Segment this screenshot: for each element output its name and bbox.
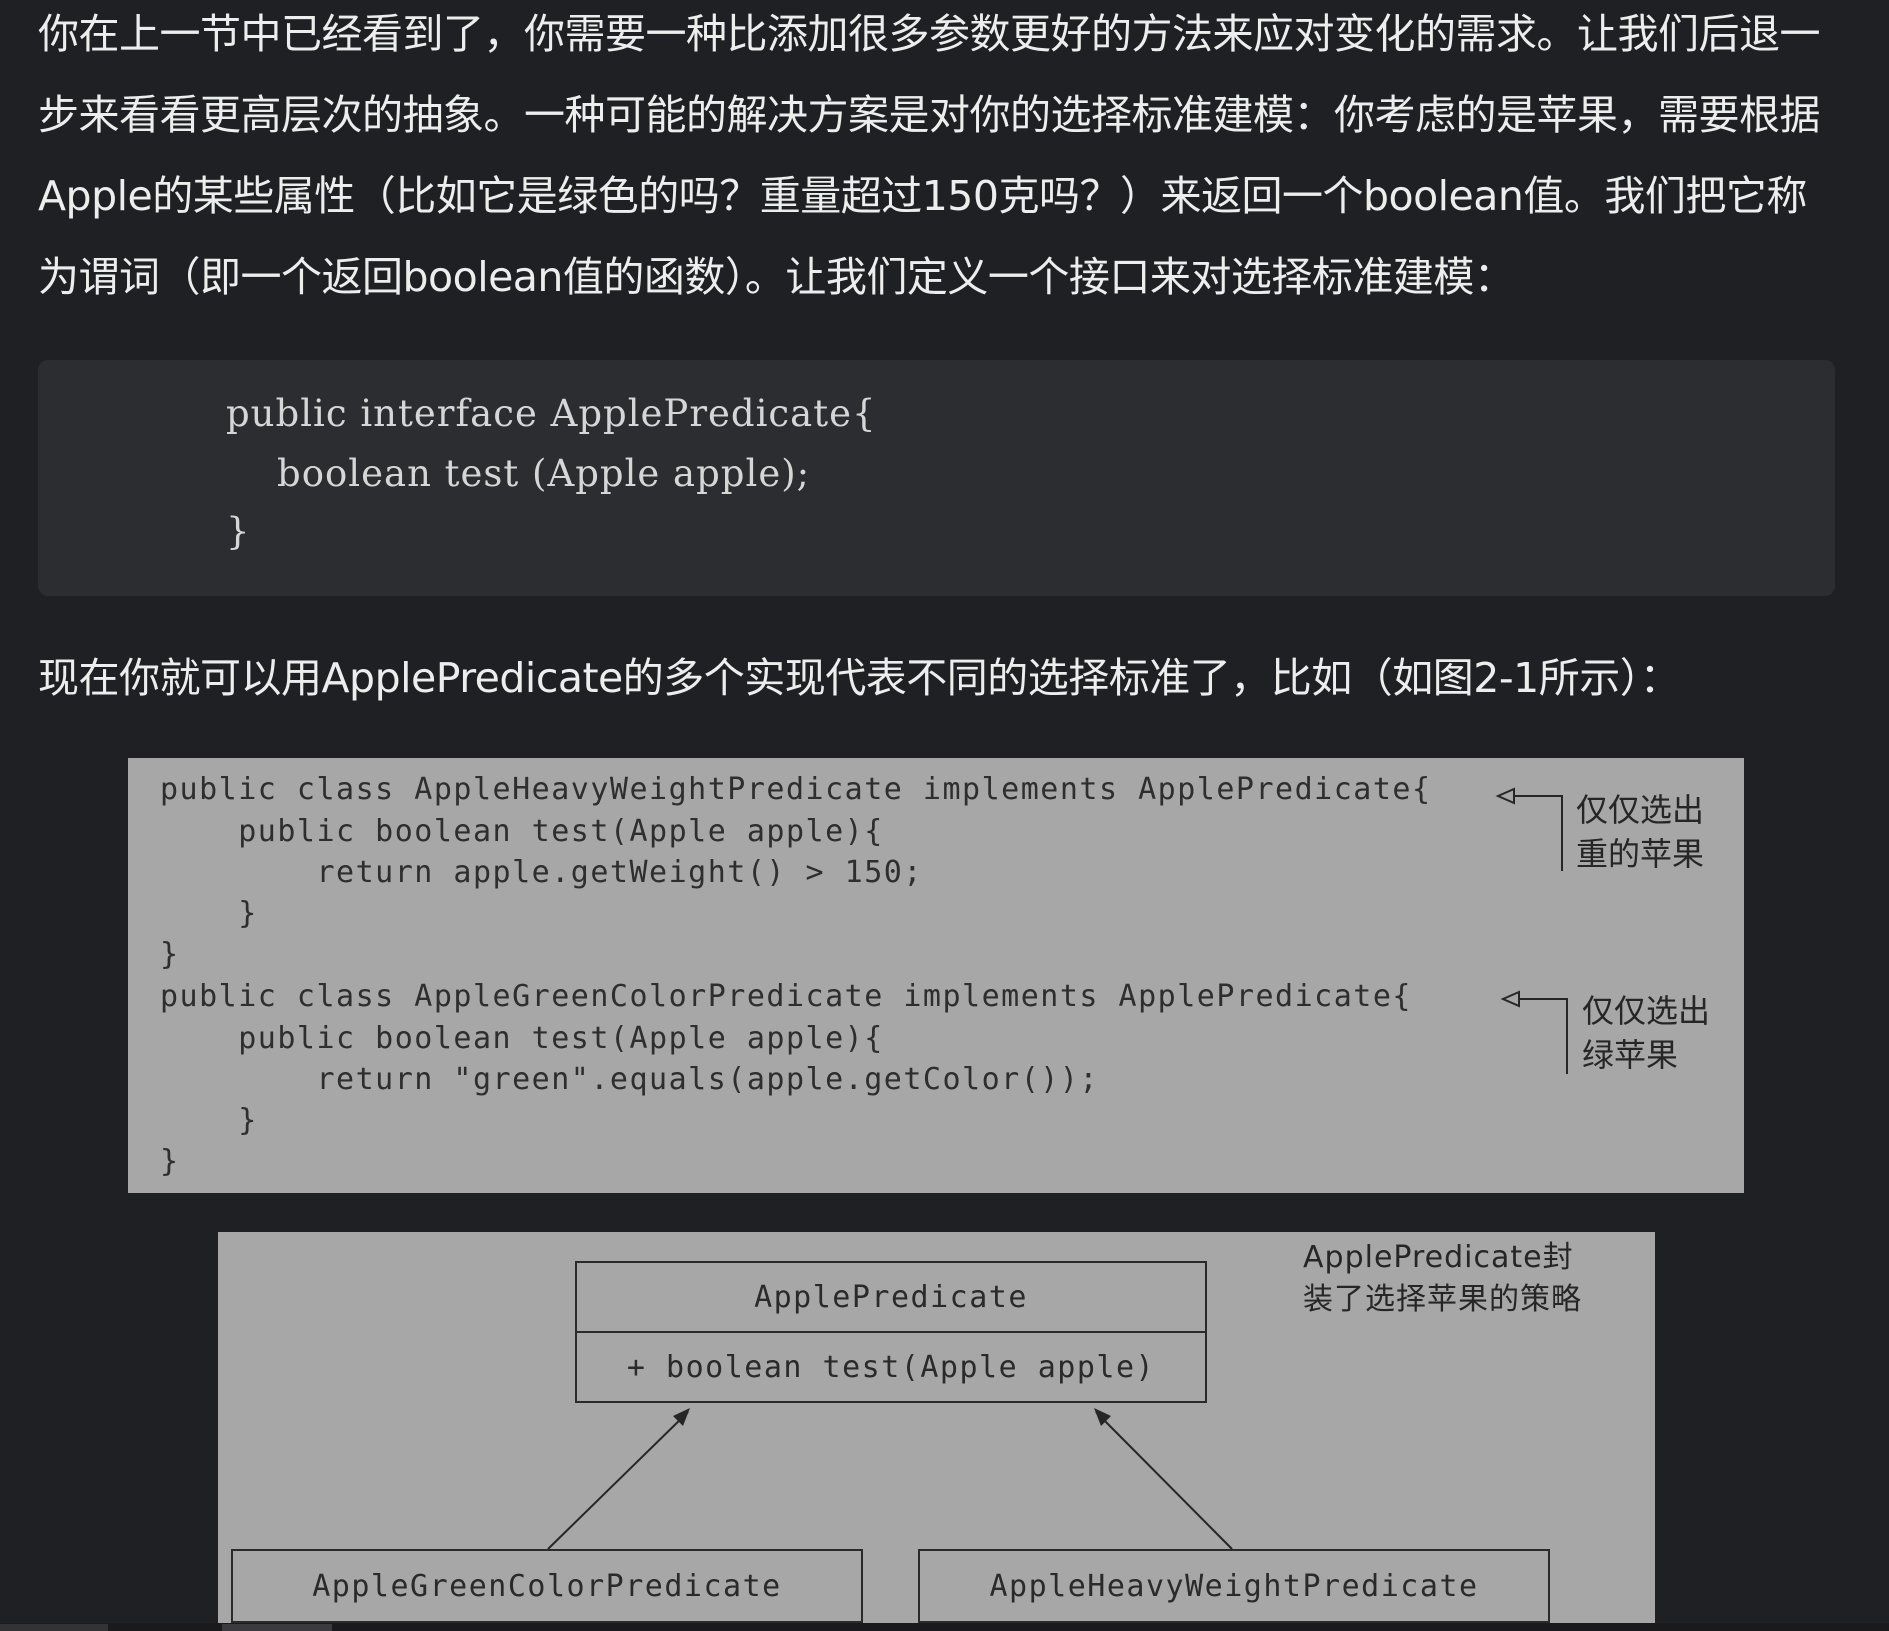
figure-code-line: }	[160, 937, 180, 972]
uml-impl-heavy: AppleHeavyWeightPredicate	[918, 1549, 1550, 1623]
horizontal-scrollbar[interactable]	[0, 1623, 1889, 1631]
figure-code-line: }	[160, 1103, 258, 1138]
figure-code-line: public boolean test(Apple apple){	[160, 1021, 884, 1056]
uml-interface-name: ApplePredicate	[575, 1261, 1207, 1333]
annotation-heavy: 仅仅选出 重的苹果	[1576, 791, 1705, 873]
uml-note: ApplePredicate封 装了选择苹果的策略	[1303, 1240, 1582, 1317]
uml-interface-method: + boolean test(Apple apple)	[575, 1331, 1207, 1403]
code-line: public interface ApplePredicate{	[226, 392, 877, 435]
figure-code-line: public class AppleGreenColorPredicate im…	[160, 979, 1412, 1014]
interface-code-block: public interface ApplePredicate{ boolean…	[38, 360, 1835, 596]
figure-code-line: return "green".equals(apple.getColor());	[160, 1062, 1099, 1097]
uml-impl-green: AppleGreenColorPredicate	[231, 1549, 863, 1623]
figure-code-line: }	[160, 896, 258, 931]
implementations-paragraph: 现在你就可以用ApplePredicate的多个实现代表不同的选择标准了，比如（…	[38, 654, 1681, 702]
scrollbar-thumb[interactable]	[222, 1624, 332, 1631]
figure-code-image: public class AppleHeavyWeightPredicate i…	[128, 758, 1744, 1193]
uml-diagram: ApplePredicate + boolean test(Apple appl…	[218, 1232, 1655, 1631]
code-line: boolean test (Apple apple);	[226, 452, 811, 495]
figure-code-line: public boolean test(Apple apple){	[160, 814, 884, 849]
figure-code-line: }	[160, 1144, 180, 1179]
figure-code-line: public class AppleHeavyWeightPredicate i…	[160, 772, 1432, 807]
intro-paragraph: 你在上一节中已经看到了，你需要一种比添加很多参数更好的方法来应对变化的需求。让我…	[38, 10, 1821, 301]
scrollbar-track-segment	[0, 1624, 108, 1631]
code-line: }	[226, 510, 251, 553]
annotation-green: 仅仅选出 绿苹果	[1582, 992, 1711, 1074]
figure-code-line: return apple.getWeight() > 150;	[160, 855, 923, 890]
